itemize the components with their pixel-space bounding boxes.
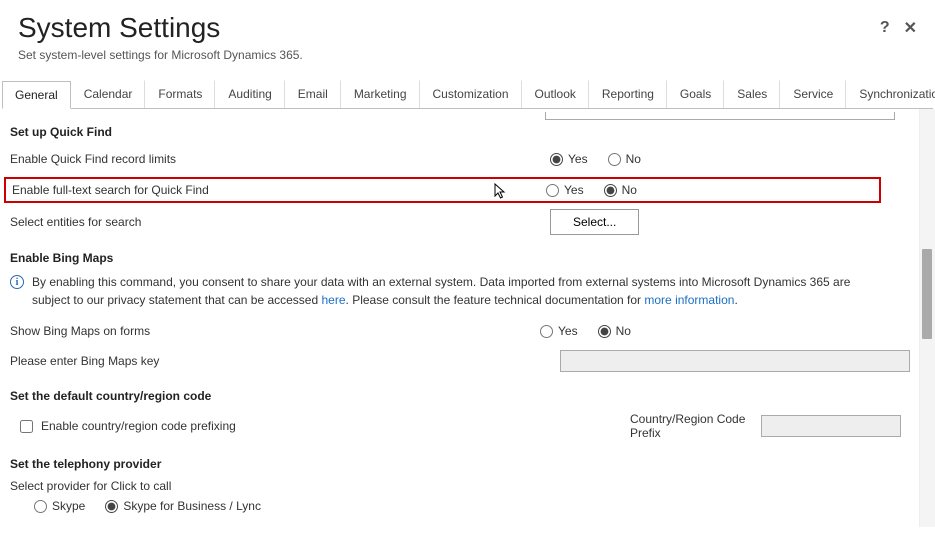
page-title: System Settings: [18, 12, 303, 44]
label-record-limits: Enable Quick Find record limits: [10, 152, 550, 166]
tab-strip: GeneralCalendarFormatsAuditingEmailMarke…: [2, 80, 933, 109]
truncated-dropdown-edge: [545, 112, 895, 120]
radio-bing-yes[interactable]: [540, 325, 553, 338]
tab-marketing[interactable]: Marketing: [341, 80, 420, 108]
tab-reporting[interactable]: Reporting: [589, 80, 667, 108]
tab-email[interactable]: Email: [285, 80, 341, 108]
link-more-information[interactable]: more information: [644, 293, 734, 307]
select-entities-button[interactable]: Select...: [550, 209, 639, 235]
tab-service[interactable]: Service: [780, 80, 846, 108]
radio-record-limits-no[interactable]: [608, 153, 621, 166]
radio-skype[interactable]: [34, 500, 47, 513]
section-bing-maps: Enable Bing Maps: [10, 251, 901, 265]
section-quick-find: Set up Quick Find: [10, 125, 901, 139]
tab-synchronization[interactable]: Synchronization: [846, 80, 935, 108]
link-privacy-here[interactable]: here: [322, 293, 346, 307]
dialog-header: System Settings Set system-level setting…: [0, 0, 935, 66]
tab-calendar[interactable]: Calendar: [71, 80, 146, 108]
help-icon[interactable]: ?: [880, 19, 890, 37]
label-telephony-select: Select provider for Click to call: [10, 479, 901, 493]
section-country-code: Set the default country/region code: [10, 389, 901, 403]
label-bing-key: Please enter Bing Maps key: [10, 354, 560, 368]
label-country-prefixing: Enable country/region code prefixing: [41, 419, 236, 433]
section-telephony: Set the telephony provider: [10, 457, 901, 471]
label-fulltext: Enable full-text search for Quick Find: [12, 183, 546, 197]
radio-skype-for-business[interactable]: [105, 500, 118, 513]
label-select-entities: Select entities for search: [10, 215, 550, 229]
tab-customization[interactable]: Customization: [420, 80, 522, 108]
page-subtitle: Set system-level settings for Microsoft …: [18, 48, 303, 62]
radio-record-limits-yes[interactable]: [550, 153, 563, 166]
tab-goals[interactable]: Goals: [667, 80, 724, 108]
radio-fulltext-yes[interactable]: [546, 184, 559, 197]
tab-outlook[interactable]: Outlook: [522, 80, 589, 108]
label-country-prefix: Country/Region Code Prefix: [630, 412, 751, 440]
radio-fulltext-no[interactable]: [604, 184, 617, 197]
input-bing-key[interactable]: [560, 350, 910, 372]
scrollbar-thumb[interactable]: [922, 249, 932, 339]
close-icon[interactable]: ✕: [904, 18, 917, 38]
radio-bing-no[interactable]: [598, 325, 611, 338]
label-show-bing-maps: Show Bing Maps on forms: [10, 324, 540, 338]
info-icon: i: [10, 275, 24, 289]
vertical-scrollbar[interactable]: [919, 109, 935, 527]
checkbox-country-prefixing[interactable]: [20, 420, 33, 433]
tab-formats[interactable]: Formats: [145, 80, 215, 108]
input-country-prefix[interactable]: [761, 415, 901, 437]
tab-auditing[interactable]: Auditing: [215, 80, 284, 108]
highlighted-fulltext-row: Enable full-text search for Quick Find Y…: [4, 177, 881, 203]
bing-maps-info: i By enabling this command, you consent …: [10, 273, 901, 309]
tab-general[interactable]: General: [2, 81, 71, 109]
tab-sales[interactable]: Sales: [724, 80, 780, 108]
